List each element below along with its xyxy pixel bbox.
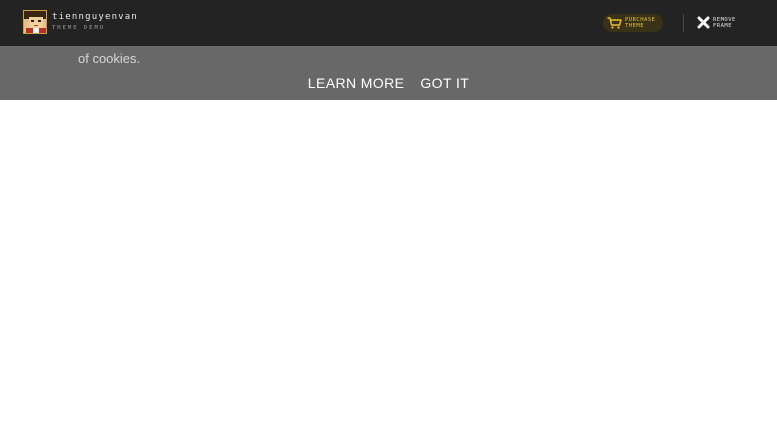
demo-top-bar: tiennguyenvan THEME DEMO PURCHASE THEME … [0, 0, 777, 46]
avatar-icon [23, 10, 47, 34]
remove-label-line2: FRAME [713, 22, 733, 29]
page: tiennguyenvan THEME DEMO PURCHASE THEME … [0, 0, 777, 423]
cart-icon [607, 17, 622, 29]
brand-subtitle: THEME DEMO [52, 24, 106, 31]
purchase-theme-button[interactable]: PURCHASE THEME [603, 14, 663, 32]
purchase-label-line2: THEME [625, 23, 645, 29]
brand[interactable]: tiennguyenvan THEME DEMO [23, 10, 138, 34]
cookie-actions: LEARN MORE GOT IT [0, 75, 777, 91]
learn-more-button[interactable]: LEARN MORE [308, 75, 405, 91]
topbar-divider [683, 14, 684, 32]
cookie-message: of cookies. [78, 51, 141, 66]
brand-name: tiennguyenvan [52, 11, 139, 22]
got-it-button[interactable]: GOT IT [420, 75, 469, 91]
close-icon [697, 16, 710, 29]
remove-frame-button[interactable]: REMOVE FRAME [697, 16, 736, 29]
